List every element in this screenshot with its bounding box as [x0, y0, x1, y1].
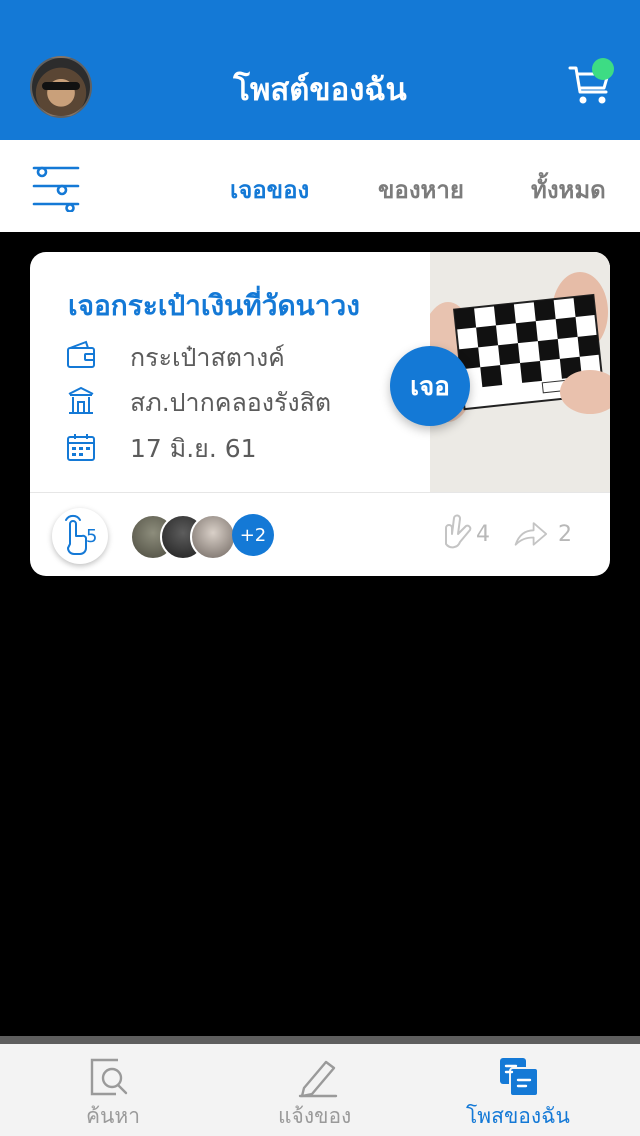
- page-title: โพสต์ของฉัน: [233, 72, 407, 108]
- nav-report-label: แจ้งของ: [278, 1104, 352, 1128]
- nav-search-label: ค้นหา: [86, 1104, 141, 1128]
- tab-all[interactable]: ทั้งหมด: [531, 170, 606, 209]
- like-count: 4: [476, 522, 490, 547]
- wallet-icon: [67, 340, 95, 368]
- search-icon: [90, 1058, 128, 1096]
- nav-report[interactable]: แจ้งของ: [270, 1044, 370, 1136]
- card-divider: [30, 492, 610, 493]
- share-arrow-icon[interactable]: [512, 514, 548, 552]
- more-people-badge[interactable]: +2: [232, 514, 274, 556]
- post-title: เจอกระเป๋าเงินที่วัดนาวง: [68, 289, 360, 322]
- tab-lost[interactable]: ของหาย: [378, 170, 464, 209]
- notification-dot: [592, 58, 614, 80]
- hand-tap-icon: [65, 514, 87, 555]
- post-card[interactable]: เจอกระเป๋าเงินที่วัดนาวง กระเป๋าสตางค์ ส…: [30, 252, 610, 576]
- item-type: กระเป๋าสตางค์: [130, 343, 285, 372]
- bottom-divider: [0, 1036, 640, 1044]
- nav-search[interactable]: ค้นหา: [80, 1044, 160, 1136]
- post-date: 17 มิ.ย. 61: [130, 434, 257, 463]
- location: สภ.ปากคลองรังสิต: [130, 388, 332, 417]
- my-posts-icon: [500, 1058, 539, 1097]
- calendar-icon: [67, 434, 95, 461]
- police-station-icon: [68, 386, 94, 414]
- tap-count: 5: [86, 526, 98, 547]
- pen-icon: [298, 1060, 338, 1098]
- share-count: 2: [558, 522, 572, 547]
- tap-button[interactable]: [52, 508, 108, 564]
- commenter-avatar[interactable]: [190, 514, 236, 560]
- status-badge: เจอ: [390, 346, 470, 426]
- filter-sliders-icon[interactable]: [32, 160, 80, 212]
- nav-my-posts-label: โพสของฉัน: [466, 1104, 570, 1128]
- like-hand-icon[interactable]: [438, 514, 474, 552]
- nav-my-posts[interactable]: โพสของฉัน: [462, 1044, 582, 1136]
- tab-found[interactable]: เจอของ: [230, 170, 309, 209]
